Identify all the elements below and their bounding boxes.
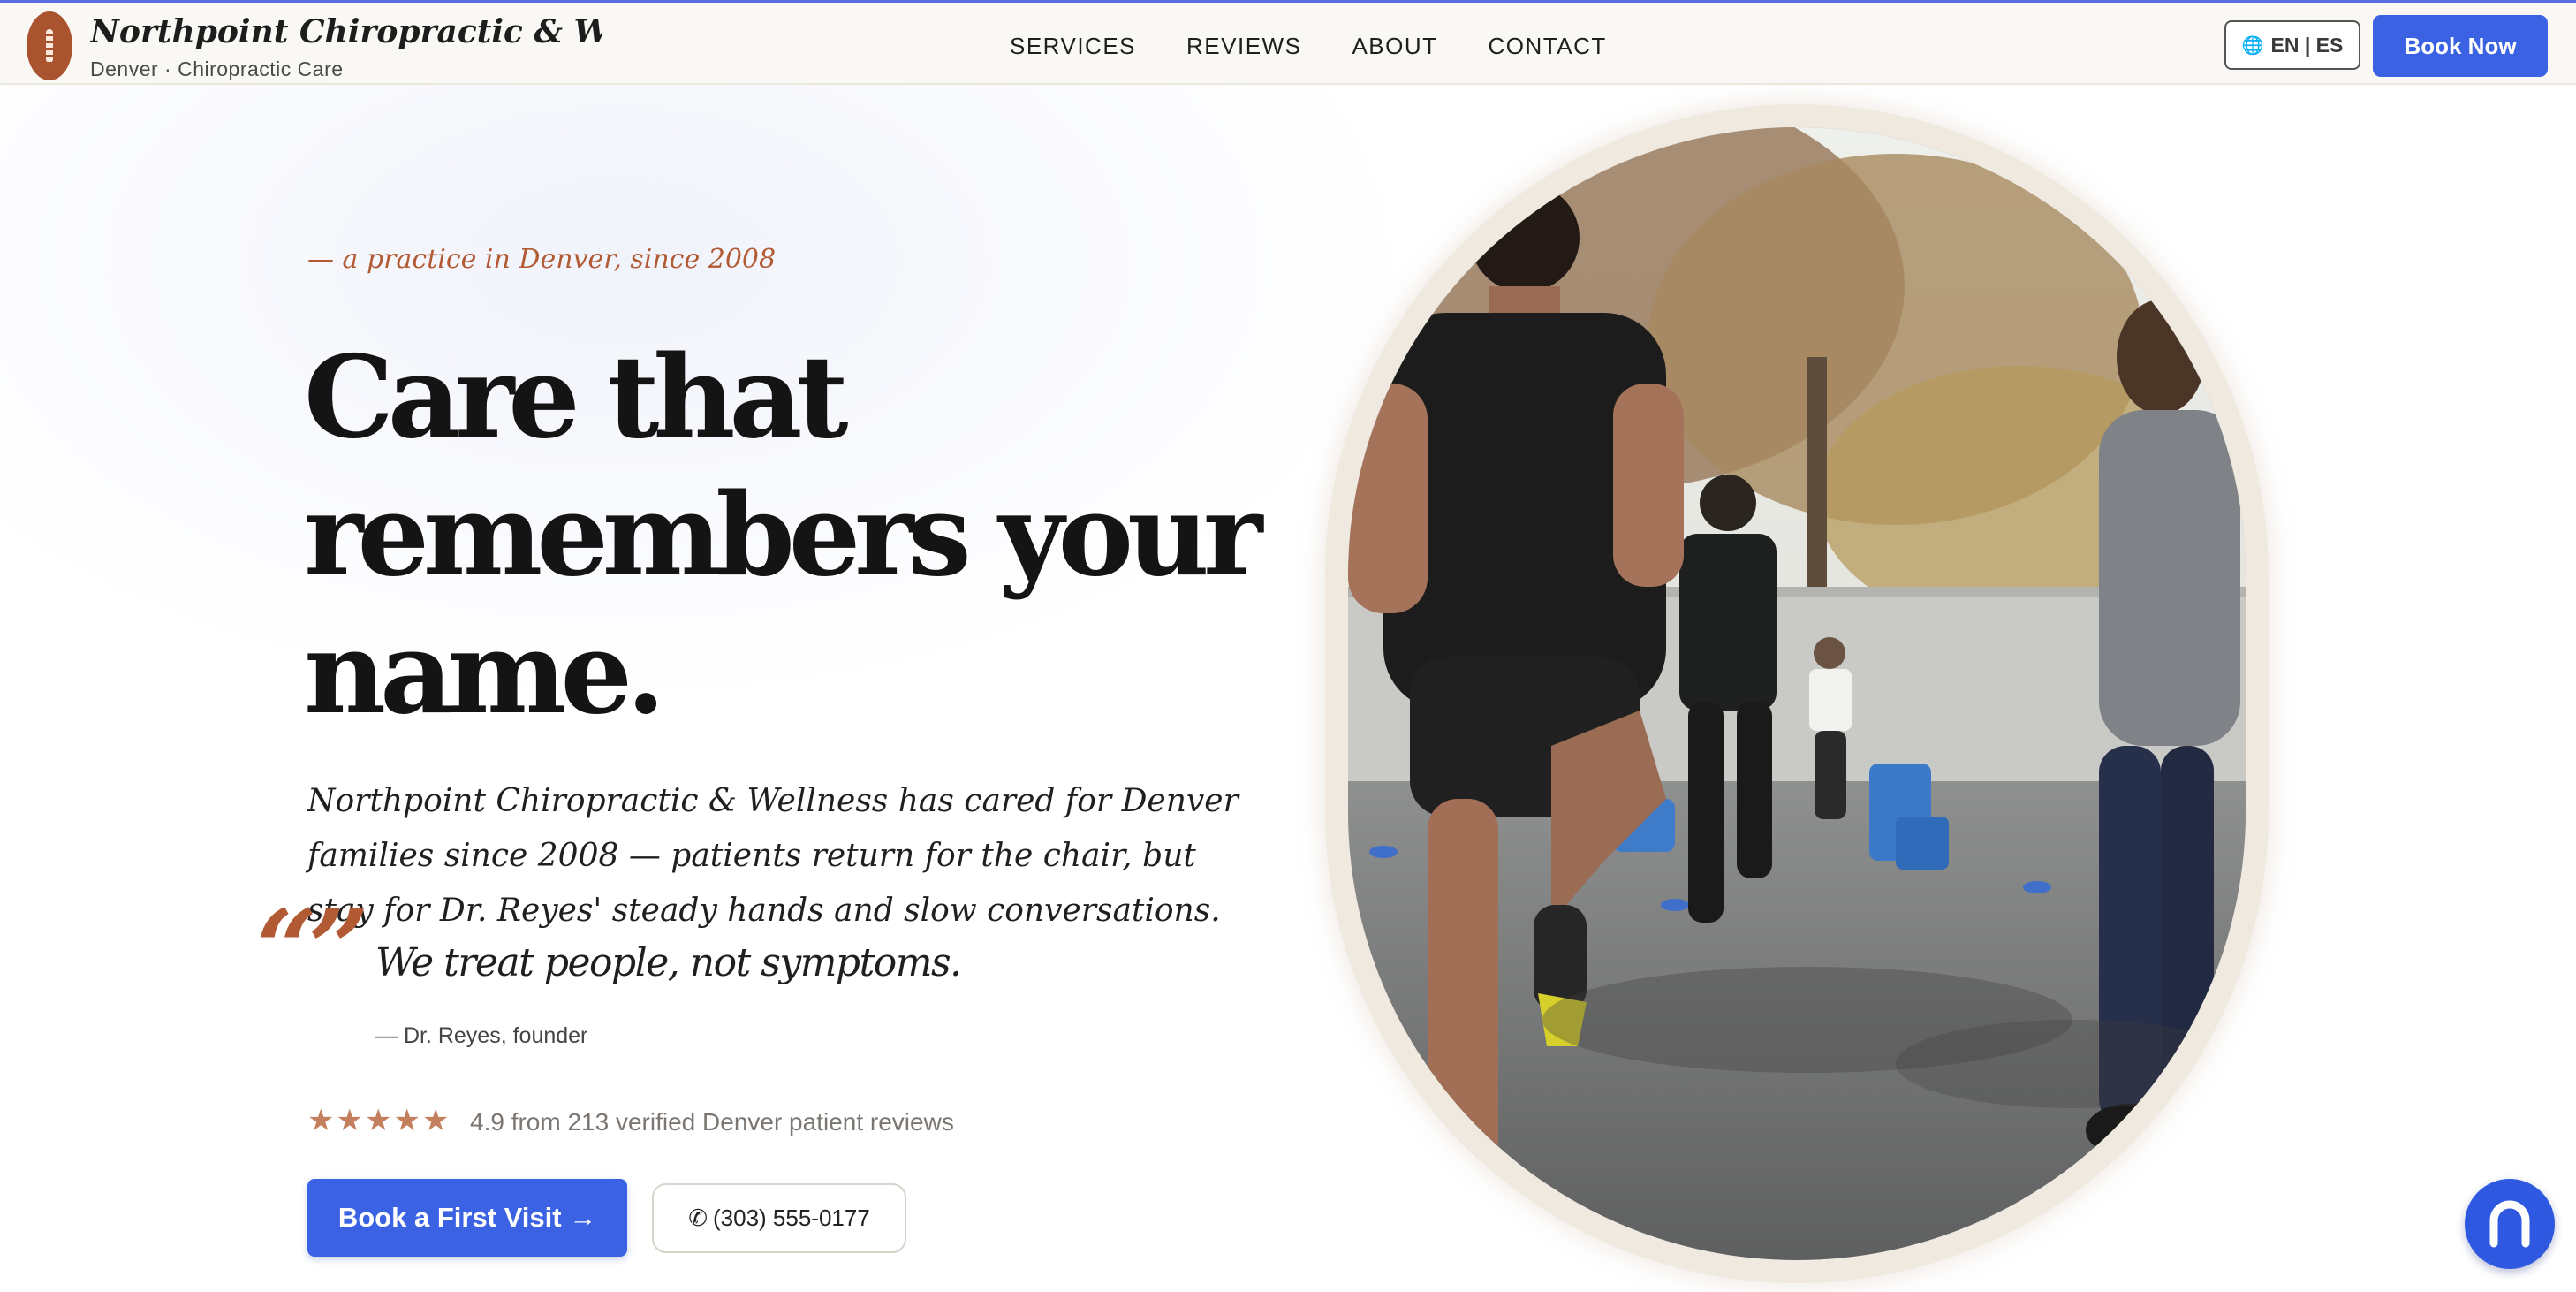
spine-logo-icon[interactable] [27, 11, 72, 80]
hero-headline: Care that remembers your name. [304, 329, 1276, 742]
nav-reviews[interactable]: REVIEWS [1186, 33, 1301, 60]
chat-widget-button[interactable] [2465, 1179, 2555, 1269]
hero-photo [1348, 127, 2246, 1260]
star-icon: ★ [393, 1104, 420, 1137]
star-icon: ★ [364, 1104, 392, 1137]
nav-contact[interactable]: CONTACT [1489, 33, 1607, 60]
chat-widget-icon [2489, 1200, 2530, 1248]
founder-quote: We treat people, not symptoms. [375, 940, 962, 985]
brand-name[interactable]: Northpoint Chiropractic & Wellne [90, 13, 602, 50]
headline-line-3: name. [304, 607, 665, 740]
phone-button[interactable]: ✆ (303) 555-0177 [652, 1183, 906, 1253]
brand-subtitle: Denver · Chiropractic Care [90, 57, 344, 80]
headline-line-2: remembers your [304, 469, 1262, 602]
nav-services[interactable]: SERVICES [1010, 33, 1136, 60]
star-icon: ★ [336, 1104, 363, 1137]
language-toggle-button[interactable]: 🌐 EN | ES [2224, 20, 2360, 70]
book-now-button[interactable]: Book Now [2373, 15, 2548, 77]
star-icon: ★ [307, 1104, 335, 1137]
language-label: EN | ES [2270, 33, 2344, 57]
star-icon: ★ [421, 1104, 450, 1137]
nav-about[interactable]: ABOUT [1352, 33, 1437, 60]
quote-mark-icon: “” [256, 886, 369, 1011]
rating-stars: ★ ★ ★ ★ ★ [307, 1103, 451, 1138]
headline-line-1: Care that [304, 331, 849, 464]
phone-number: (303) 555-0177 [712, 1205, 870, 1231]
hero-intro: Northpoint Chiropractic & Wellness has c… [307, 783, 1239, 929]
book-first-visit-button[interactable]: Book a First Visit → [307, 1179, 627, 1257]
main-nav: SERVICES REVIEWS ABOUT CONTACT [1010, 33, 1657, 60]
fitness-group-photo [1348, 127, 2246, 1260]
rating-text: 4.9 from 213 verified Denver patient rev… [470, 1108, 954, 1136]
globe-icon: 🌐 [2241, 35, 2264, 56]
quote-author: — Dr. Reyes, founder [375, 1023, 588, 1048]
hero-eyebrow: — a practice in Denver, since 2008 [307, 244, 777, 275]
phone-icon: ✆ [688, 1205, 708, 1231]
site-header: Northpoint Chiropractic & Wellne Denver … [0, 0, 2576, 85]
